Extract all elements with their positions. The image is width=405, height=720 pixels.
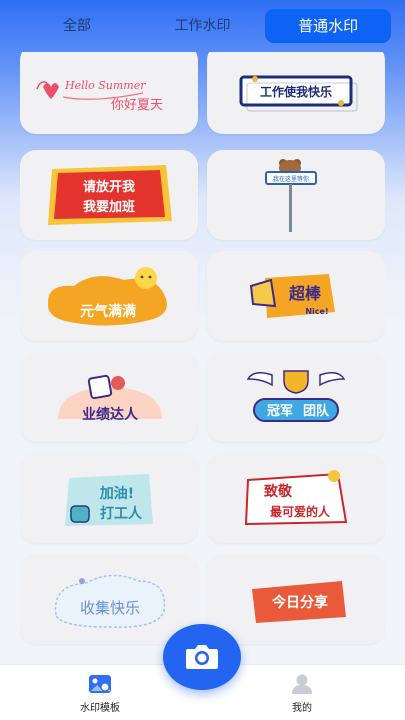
hello-summer-line2: 你好夏天 xyxy=(111,98,163,113)
overtime-line2: 我要加班 xyxy=(83,199,135,215)
waiting-sign-text: 我在这里等你 xyxy=(273,175,309,183)
full-energy-text: 元气满满 xyxy=(80,303,136,320)
awesome-line2: Nice! xyxy=(305,307,328,316)
template-grid: Hello Summer 你好夏天 工作使我快乐 请放开我 我要加班 我在这里等… xyxy=(20,52,385,648)
hello-summer-line1: Hello Summer xyxy=(64,79,146,92)
worker-cheer-line2: 打工人 xyxy=(100,505,143,522)
overtime-line1: 请放开我 xyxy=(83,179,135,195)
salute-line2: 最可爱的人 xyxy=(270,504,331,519)
template-card-salute[interactable]: 致敬 最可爱的人 xyxy=(207,453,385,543)
worker-cheer-line1: 加油! xyxy=(99,485,134,502)
collect-happiness-sticker: 收集快乐 xyxy=(54,574,166,628)
nav-label-profile: 我的 xyxy=(292,703,312,714)
work-happy-text: 工作使我快乐 xyxy=(260,84,332,99)
work-happy-sticker: 工作使我快乐 xyxy=(239,75,358,112)
template-card-worker-cheer[interactable]: 加油! 打工人 xyxy=(20,453,198,543)
watermark-template-icon xyxy=(89,675,111,693)
collect-happiness-text: 收集快乐 xyxy=(80,599,140,617)
camera-button[interactable] xyxy=(163,624,241,690)
champion-line1: 冠军 xyxy=(267,404,293,419)
template-card-hello-summer[interactable]: Hello Summer 你好夏天 xyxy=(20,52,198,134)
nav-item-templates[interactable]: 水印模板 xyxy=(60,673,140,714)
full-energy-sticker: 元气满满 xyxy=(47,267,167,326)
top-performer-text: 业绩达人 xyxy=(82,406,139,423)
tab-work-watermark[interactable]: 工作水印 xyxy=(140,9,266,43)
today-share-text: 今日分享 xyxy=(271,594,328,611)
template-card-top-performer[interactable]: 业绩达人 xyxy=(20,352,198,442)
template-card-full-energy[interactable]: 元气满满 xyxy=(20,251,198,341)
template-card-today-share[interactable]: 今日分享 xyxy=(207,554,385,644)
category-tabs: 全部 工作水印 普通水印 xyxy=(14,8,392,44)
salute-sticker: 致敬 最可爱的人 xyxy=(244,470,348,526)
template-card-work-happy[interactable]: 工作使我快乐 xyxy=(207,52,385,134)
awesome-sticker: 超棒 Nice! xyxy=(249,274,335,318)
person-icon xyxy=(292,674,312,694)
nav-label-templates: 水印模板 xyxy=(80,703,120,714)
awesome-line1: 超棒 xyxy=(288,284,322,303)
champion-line2: 团队 xyxy=(303,404,330,419)
worker-cheer-sticker: 加油! 打工人 xyxy=(65,474,153,526)
template-card-waiting-sign[interactable]: 我在这里等你 xyxy=(207,150,385,240)
template-card-collect-happiness[interactable]: 收集快乐 xyxy=(20,554,198,644)
template-card-champion-team[interactable]: 冠军 团队 xyxy=(207,352,385,442)
top-performer-sticker: 业绩达人 xyxy=(58,374,162,423)
camera-icon xyxy=(186,645,218,669)
today-share-sticker: 今日分享 xyxy=(252,581,346,623)
overtime-sticker: 请放开我 我要加班 xyxy=(48,165,172,225)
template-card-awesome[interactable]: 超棒 Nice! xyxy=(207,251,385,341)
nav-item-profile[interactable]: 我的 xyxy=(262,673,342,714)
waiting-sign-sticker: 我在这里等你 xyxy=(265,159,317,232)
tab-normal-watermark[interactable]: 普通水印 xyxy=(265,9,392,43)
champion-team-sticker: 冠军 团队 xyxy=(246,370,346,422)
template-card-let-me-overtime[interactable]: 请放开我 我要加班 xyxy=(20,150,198,240)
tab-all[interactable]: 全部 xyxy=(14,9,140,43)
hello-summer-sticker: Hello Summer 你好夏天 xyxy=(36,79,163,113)
salute-line1: 致敬 xyxy=(264,483,293,500)
